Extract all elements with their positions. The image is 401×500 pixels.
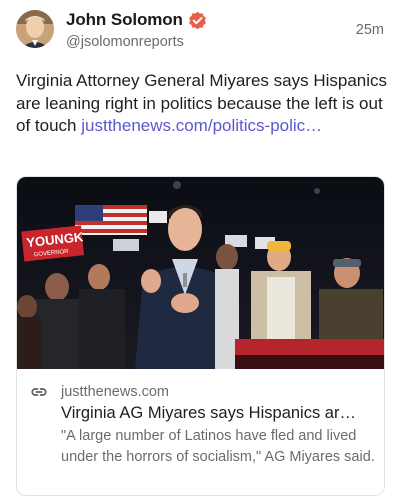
link-preview-card[interactable]: YOUNGK GOVERNOR justthenews.com Virginia… bbox=[16, 176, 385, 496]
post[interactable]: John Solomon @jsolomonreports 25m Virgin… bbox=[0, 0, 401, 500]
card-title[interactable]: Virginia AG Miyares says Hispanics ar… bbox=[61, 404, 381, 423]
post-link[interactable]: justthenews.com/politics-polic… bbox=[81, 116, 322, 135]
post-header: John Solomon @jsolomonreports 25m bbox=[16, 10, 386, 54]
card-meta: justthenews.com Virginia AG Miyares says… bbox=[17, 369, 384, 495]
card-description: "A large number of Latinos have fled and… bbox=[61, 428, 375, 465]
avatar-photo-icon bbox=[16, 10, 54, 48]
card-image[interactable]: YOUNGK GOVERNOR bbox=[17, 177, 384, 369]
post-body: Virginia Attorney General Miyares says H… bbox=[16, 70, 388, 138]
link-icon bbox=[31, 388, 47, 396]
card-domain: justthenews.com bbox=[61, 384, 169, 400]
author-handle[interactable]: @jsolomonreports bbox=[66, 34, 184, 50]
card-domain-row: justthenews.com bbox=[30, 383, 169, 401]
author-display-name[interactable]: John Solomon bbox=[66, 10, 183, 30]
author-avatar[interactable] bbox=[16, 10, 54, 48]
verified-badge-icon bbox=[188, 11, 206, 29]
author-name-row[interactable]: John Solomon bbox=[66, 10, 207, 30]
post-timestamp[interactable]: 25m bbox=[356, 22, 384, 38]
